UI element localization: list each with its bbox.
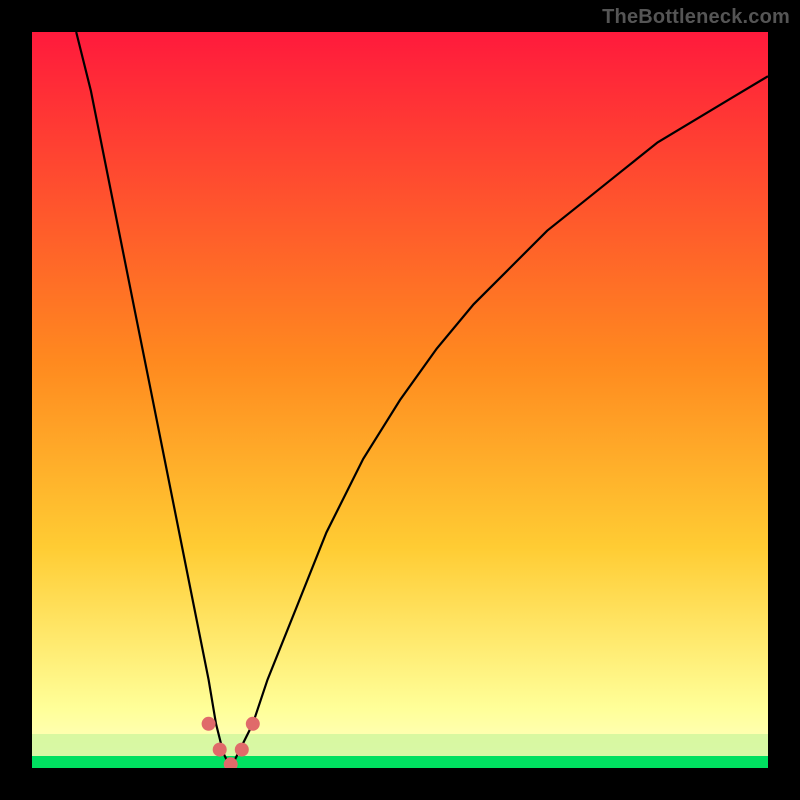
green-fade xyxy=(32,734,768,756)
marker-point xyxy=(213,743,227,757)
marker-point xyxy=(202,717,216,731)
green-band xyxy=(32,756,768,768)
chart-frame xyxy=(32,32,768,768)
marker-point xyxy=(235,743,249,757)
watermark-text: TheBottleneck.com xyxy=(602,6,790,29)
chart-svg xyxy=(32,32,768,768)
marker-point xyxy=(246,717,260,731)
